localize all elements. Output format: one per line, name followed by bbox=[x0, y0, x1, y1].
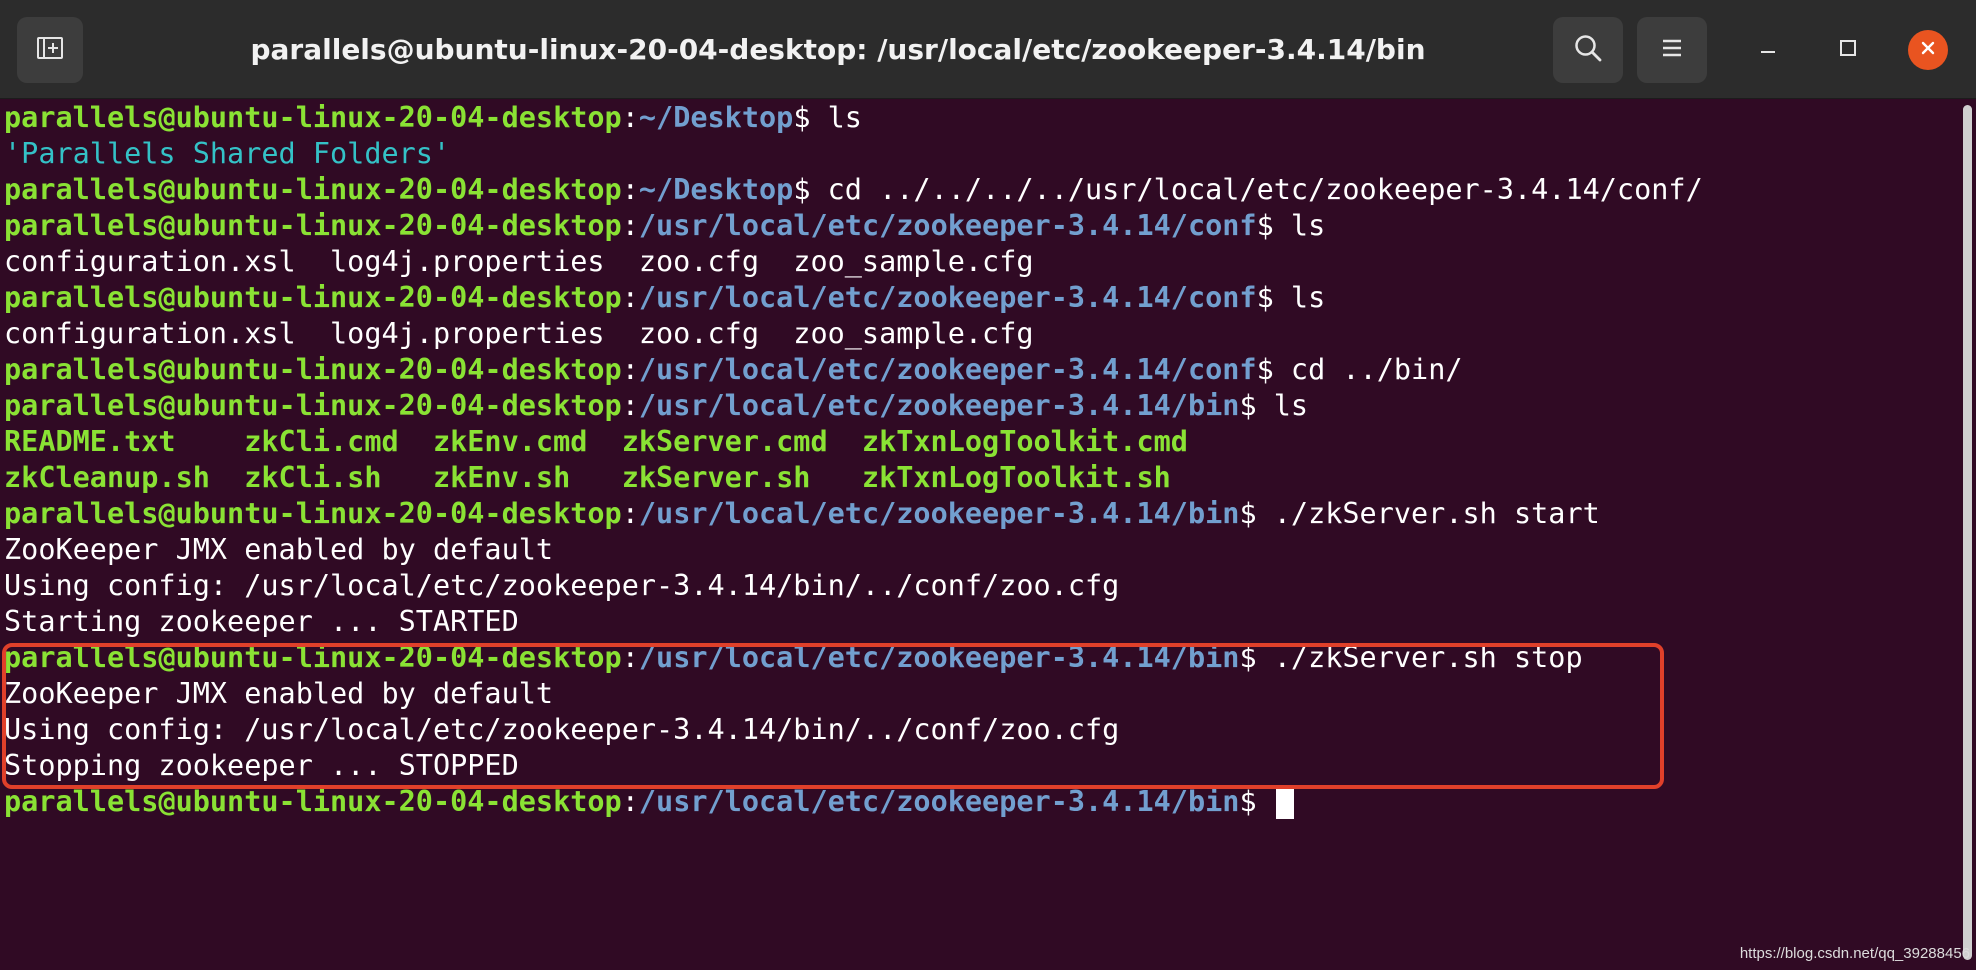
prompt-separator: : bbox=[621, 173, 639, 206]
command-text: $ ./zkServer.sh start bbox=[1239, 497, 1600, 530]
output-line: README.txt zkCli.cmd zkEnv.cmd zkServer.… bbox=[4, 424, 1188, 460]
output-line: configuration.xsl log4j.properties zoo.c… bbox=[4, 244, 1034, 280]
prompt-path: /usr/local/etc/zookeeper-3.4.14/conf bbox=[638, 353, 1257, 386]
prompt-user-host: parallels@ubuntu-linux-20-04-desktop bbox=[4, 173, 622, 206]
prompt-user-host: parallels@ubuntu-linux-20-04-desktop bbox=[4, 389, 622, 422]
prompt-line: parallels@ubuntu-linux-20-04-desktop:/us… bbox=[4, 388, 1308, 424]
prompt-path: /usr/local/etc/zookeeper-3.4.14/conf bbox=[638, 281, 1257, 314]
prompt-line: parallels@ubuntu-linux-20-04-desktop:/us… bbox=[4, 208, 1325, 244]
output-line: configuration.xsl log4j.properties zoo.c… bbox=[4, 316, 1034, 352]
output-line: Using config: /usr/local/etc/zookeeper-3… bbox=[4, 568, 1119, 604]
prompt-user-host: parallels@ubuntu-linux-20-04-desktop bbox=[4, 209, 622, 242]
watermark: https://blog.csdn.net/qq_39288456 bbox=[1739, 945, 1970, 962]
output-line: Starting zookeeper ... STARTED bbox=[4, 604, 519, 640]
new-tab-button[interactable] bbox=[17, 17, 83, 83]
hamburger-menu-icon bbox=[1660, 37, 1684, 64]
output-line: zkCleanup.sh zkCli.sh zkEnv.sh zkServer.… bbox=[4, 460, 1171, 496]
prompt-path: /usr/local/etc/zookeeper-3.4.14/conf bbox=[638, 209, 1257, 242]
file-listing: README.txt zkCli.cmd zkEnv.cmd zkServer.… bbox=[4, 425, 1188, 458]
prompt-user-host: parallels@ubuntu-linux-20-04-desktop bbox=[4, 353, 622, 386]
text-cursor bbox=[1275, 787, 1294, 819]
terminal-output[interactable]: parallels@ubuntu-linux-20-04-desktop:~/D… bbox=[0, 99, 1960, 970]
close-button[interactable] bbox=[1908, 30, 1948, 70]
output-text: Starting zookeeper ... STARTED bbox=[4, 605, 519, 638]
file-listing: zkCleanup.sh zkCli.sh zkEnv.sh zkServer.… bbox=[4, 461, 1171, 494]
maximize-button[interactable] bbox=[1828, 30, 1868, 70]
window-title: parallels@ubuntu-linux-20-04-desktop: /u… bbox=[250, 32, 1426, 66]
output-text: ZooKeeper JMX enabled by default bbox=[4, 533, 554, 566]
scrollbar[interactable] bbox=[1960, 99, 1976, 970]
command-text: $ ls bbox=[793, 101, 862, 134]
prompt-user-host: parallels@ubuntu-linux-20-04-desktop bbox=[4, 101, 622, 134]
prompt-user-host: parallels@ubuntu-linux-20-04-desktop bbox=[4, 497, 622, 530]
output-text: Using config: /usr/local/etc/zookeeper-3… bbox=[4, 569, 1120, 602]
new-tab-icon bbox=[35, 34, 65, 67]
maximize-icon bbox=[1838, 38, 1858, 63]
prompt-path: ~/Desktop bbox=[638, 101, 794, 134]
scrollbar-thumb[interactable] bbox=[1963, 105, 1972, 960]
search-button[interactable] bbox=[1553, 17, 1623, 83]
command-text: $ cd ../../../../usr/local/etc/zookeeper… bbox=[793, 173, 1703, 206]
output-text: 'Parallels Shared Folders' bbox=[4, 137, 451, 170]
prompt-line: parallels@ubuntu-linux-20-04-desktop:/us… bbox=[4, 496, 1600, 532]
search-icon bbox=[1573, 33, 1603, 68]
prompt-separator: : bbox=[621, 785, 639, 818]
command-text: $ ls bbox=[1256, 209, 1326, 242]
command-text: $ ls bbox=[1256, 281, 1326, 314]
prompt-line: parallels@ubuntu-linux-20-04-desktop:/us… bbox=[4, 280, 1325, 316]
highlight-box-annotation bbox=[2, 643, 1664, 789]
prompt-user-host: parallels@ubuntu-linux-20-04-desktop bbox=[4, 281, 622, 314]
minimize-button[interactable] bbox=[1748, 30, 1788, 70]
prompt-separator: : bbox=[621, 497, 639, 530]
prompt-separator: : bbox=[621, 353, 639, 386]
title-bar: parallels@ubuntu-linux-20-04-desktop: /u… bbox=[0, 0, 1976, 99]
minimize-icon bbox=[1758, 38, 1778, 63]
prompt-separator: : bbox=[621, 389, 639, 422]
output-text: configuration.xsl log4j.properties zoo.c… bbox=[4, 317, 1034, 350]
output-text: configuration.xsl log4j.properties zoo.c… bbox=[4, 245, 1034, 278]
command-text: $ cd ../bin/ bbox=[1256, 353, 1463, 386]
prompt-line: parallels@ubuntu-linux-20-04-desktop:~/D… bbox=[4, 100, 862, 136]
prompt-user-host: parallels@ubuntu-linux-20-04-desktop bbox=[4, 785, 622, 818]
prompt-path: ~/Desktop bbox=[638, 173, 794, 206]
menu-button[interactable] bbox=[1637, 17, 1707, 83]
output-line: ZooKeeper JMX enabled by default bbox=[4, 532, 553, 568]
prompt-separator: : bbox=[621, 101, 639, 134]
terminal-window: parallels@ubuntu-linux-20-04-desktop: /u… bbox=[0, 0, 1976, 970]
command-text: $ ls bbox=[1239, 389, 1309, 422]
prompt-path: /usr/local/etc/zookeeper-3.4.14/bin bbox=[638, 389, 1240, 422]
prompt-line: parallels@ubuntu-linux-20-04-desktop:~/D… bbox=[4, 172, 1703, 208]
prompt-separator: : bbox=[621, 281, 639, 314]
output-line: 'Parallels Shared Folders' bbox=[4, 136, 450, 172]
command-text: $ bbox=[1239, 785, 1274, 818]
prompt-path: /usr/local/etc/zookeeper-3.4.14/bin bbox=[638, 785, 1240, 818]
prompt-path: /usr/local/etc/zookeeper-3.4.14/bin bbox=[638, 497, 1240, 530]
close-icon bbox=[1918, 38, 1938, 63]
prompt-line: parallels@ubuntu-linux-20-04-desktop:/us… bbox=[4, 352, 1463, 388]
prompt-separator: : bbox=[621, 209, 639, 242]
prompt-line: parallels@ubuntu-linux-20-04-desktop:/us… bbox=[4, 784, 1294, 820]
